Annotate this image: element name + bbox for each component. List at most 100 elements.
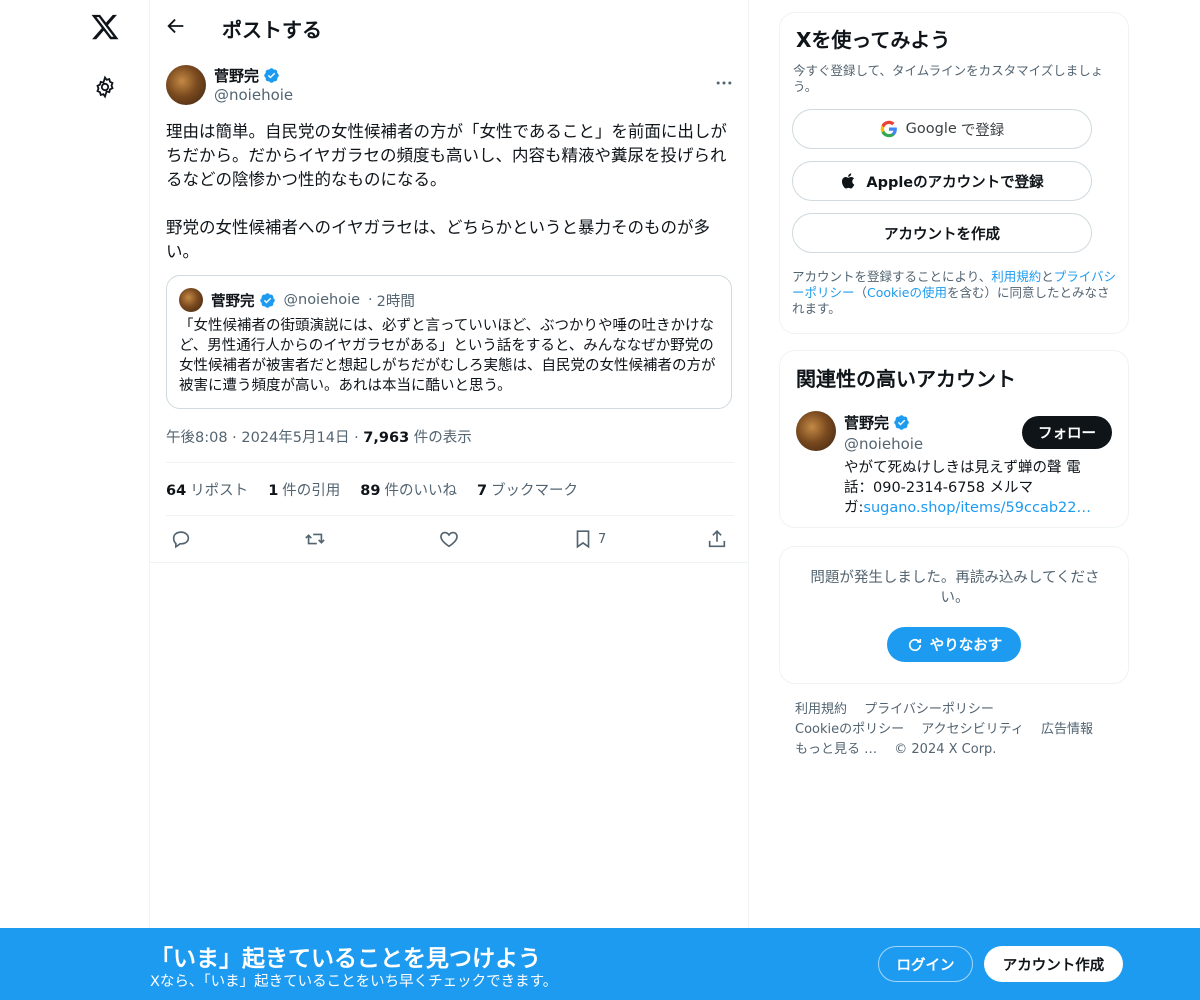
bookmarks-stat[interactable]: 7 ブックマーク (477, 479, 578, 500)
quoted-author-name: 菅野完 (211, 293, 255, 310)
related-handle[interactable]: @noiehoie (844, 435, 923, 453)
follow-button[interactable]: フォロー (1022, 416, 1112, 449)
likes-label: 件のいいね (384, 483, 457, 499)
login-button[interactable]: ログイン (878, 946, 973, 982)
sidebar-footer: 利用規約 プライバシーポリシー Cookieのポリシー アクセシビリティ 広告情… (795, 700, 1115, 760)
reposts-stat[interactable]: 64 リポスト (166, 479, 248, 500)
retry-label: やりなおす (929, 638, 1003, 654)
like-icon (440, 531, 458, 548)
apple-signup-button[interactable]: Appleのアカウントで登録 (792, 161, 1092, 201)
google-icon (880, 120, 897, 138)
banner-create-account-button[interactable]: アカウント作成 (984, 946, 1123, 982)
google-signup-label: で登録 (960, 122, 1005, 139)
error-card: 問題が発生しました。再読み込みしてください。 やりなおす (779, 546, 1129, 684)
related-name-row[interactable]: 菅野完 (844, 412, 910, 433)
create-account-label: アカウントを作成 (884, 226, 1000, 243)
post-author: 菅野完 @noiehoie (166, 65, 734, 107)
author-name[interactable]: 菅野完 (214, 65, 259, 86)
reply-icon (172, 531, 190, 549)
author-handle[interactable]: @noiehoie (214, 86, 293, 104)
main-column: ポストする 菅野完 @noiehoie 理由は簡単。自民党の女性候補者の方が「女… (150, 0, 749, 1000)
page-title: ポストする (222, 18, 322, 42)
divider (166, 462, 734, 463)
terms-text: と (1041, 269, 1054, 284)
footer-more-link[interactable]: もっと見る … (795, 742, 877, 757)
quoted-time: 2時間 (376, 293, 415, 310)
related-name[interactable]: 菅野完 (844, 412, 889, 433)
post-text: 理由は簡単。自民党の女性候補者の方が「女性であること」を前面に出しがちだから。だ… (166, 122, 727, 261)
footer-copyright: © 2024 X Corp. (894, 742, 997, 757)
views-count: 7,963 (363, 430, 410, 446)
share-button[interactable] (706, 527, 728, 551)
quotes-stat[interactable]: 1 件の引用 (268, 479, 340, 500)
footer-row: もっと見る … © 2024 X Corp. (795, 740, 1115, 760)
footer-row: 利用規約 プライバシーポリシー (795, 700, 1115, 720)
x-logo-icon[interactable] (90, 12, 120, 42)
google-brand: Google (905, 121, 957, 137)
reposts-label: リポスト (190, 483, 249, 499)
cookie-link[interactable]: Cookieの使用 (867, 285, 947, 300)
views-label: 件の表示 (413, 430, 472, 446)
repost-icon (305, 533, 325, 545)
quoted-post-header: 菅野完 @noiehoie · 2時間 (179, 288, 415, 312)
footer-accessibility-link[interactable]: アクセシビリティ (921, 722, 1024, 737)
signup-title: Xを使ってみよう (796, 28, 951, 52)
signup-subtitle: 今すぐ登録して、タイムラインをカスタマイズしましょう。 (793, 63, 1104, 94)
bottom-signup-banner: 「いま」起きていることを見つけよう Xなら、「いま」起きていることをいち早くチェ… (0, 928, 1200, 1000)
footer-ads-link[interactable]: 広告情報 (1041, 722, 1093, 737)
reply-button[interactable] (170, 527, 192, 551)
divider (166, 515, 734, 516)
bookmark-icon (576, 530, 590, 549)
create-account-button[interactable]: アカウントを作成 (792, 213, 1092, 253)
footer-privacy-link[interactable]: プライバシーポリシー (864, 702, 994, 717)
likes-stat[interactable]: 89 件のいいね (360, 479, 457, 500)
refresh-icon (908, 638, 921, 651)
related-title: 関連性の高いアカウント (796, 367, 1016, 391)
more-dots-icon[interactable] (714, 73, 734, 93)
terms-text: （ (854, 285, 868, 300)
post-date[interactable]: 2024年5月14日 (241, 430, 349, 446)
page-header: ポストする (150, 0, 749, 54)
settings-gear-icon[interactable] (93, 75, 117, 99)
back-arrow-icon[interactable] (165, 15, 187, 37)
retry-button[interactable]: やりなおす (887, 627, 1021, 662)
footer-terms-link[interactable]: 利用規約 (795, 702, 847, 717)
repost-button[interactable] (304, 527, 326, 551)
related-accounts-card: 関連性の高いアカウント 菅野完 @noiehoie フォロー やがて死ぬけしきは… (779, 350, 1129, 528)
reposts-count: 64 (166, 483, 187, 499)
quotes-count: 1 (268, 483, 279, 499)
apple-signup-label: Appleのアカウントで登録 (866, 174, 1044, 191)
bookmarks-label: ブックマーク (491, 483, 579, 499)
bookmark-button[interactable]: 7 (572, 527, 606, 551)
post-stats: 64 リポスト 1 件の引用 89 件のいいね 7 ブックマーク (166, 479, 578, 500)
likes-count: 89 (360, 483, 381, 499)
quoted-author-handle: @noiehoie (283, 292, 361, 308)
share-icon (708, 530, 726, 548)
bookmarks-count: 7 (476, 483, 488, 499)
verified-badge-icon (894, 415, 909, 430)
meta-separator: · (232, 430, 242, 446)
like-button[interactable] (438, 527, 460, 551)
quoted-post[interactable]: 菅野完 @noiehoie · 2時間 「女性候補者の街頭演説には、必ずと言って… (166, 275, 732, 409)
apple-icon (842, 173, 855, 189)
related-bio: やがて死ぬけしきは見えず蝉の聲 電話：090-2314-6758 メルマガ:su… (844, 458, 1094, 518)
quotes-label: 件の引用 (282, 483, 341, 499)
left-nav-rail (0, 0, 150, 1000)
terms-text: アカウントを登録することにより、 (792, 269, 992, 284)
signup-card: Xを使ってみよう 今すぐ登録して、タイムラインをカスタマイズしましょう。 Goo… (779, 12, 1129, 334)
terms-link[interactable]: 利用規約 (991, 269, 1041, 284)
quoted-post-text: 「女性候補者の街頭演説には、必ずと言っていいほど、ぶつかりや唾の吐きかけなど、男… (179, 318, 716, 394)
post-meta: 午後8:08 · 2024年5月14日 · 7,963 件の表示 (166, 426, 472, 447)
post-time[interactable]: 午後8:08 (166, 430, 228, 446)
footer-cookie-link[interactable]: Cookieのポリシー (795, 722, 904, 737)
avatar[interactable] (796, 411, 836, 451)
avatar (179, 288, 203, 312)
verified-badge-icon (264, 68, 279, 83)
banner-subtitle: Xなら、「いま」起きていることをいち早くチェックできます。 (150, 974, 558, 990)
banner-title: 「いま」起きていることを見つけよう (150, 946, 541, 972)
author-name-row[interactable]: 菅野完 (214, 65, 280, 86)
error-message: 問題が発生しました。再読み込みしてください。 (810, 570, 1100, 606)
avatar[interactable] (166, 65, 206, 105)
google-signup-button[interactable]: Google で登録 (792, 109, 1092, 149)
related-bio-link[interactable]: sugano.shop/items/59ccab22… (863, 500, 1091, 516)
